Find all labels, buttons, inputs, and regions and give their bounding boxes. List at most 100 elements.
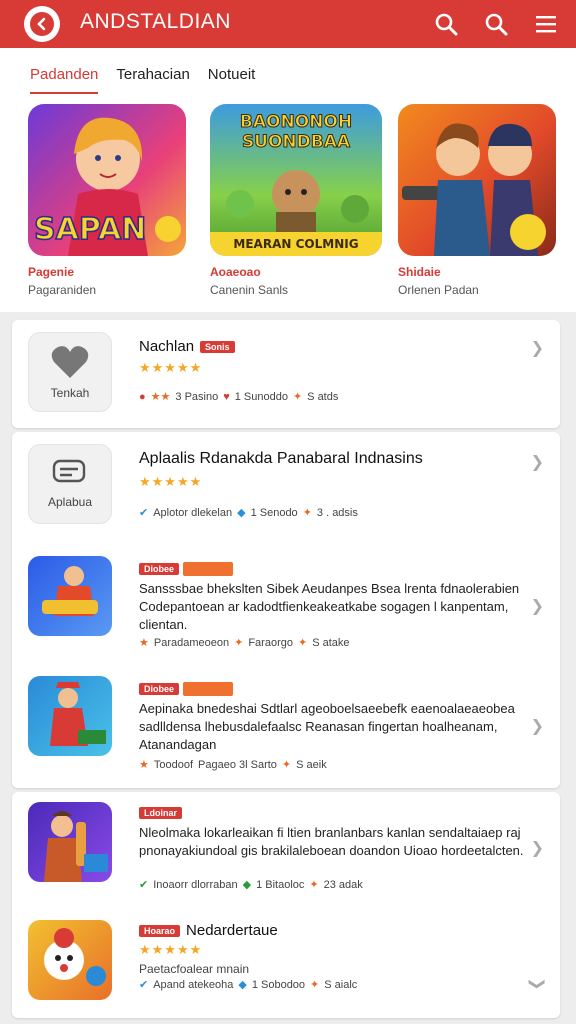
app-title: ANDSTALDIAN — [80, 10, 231, 33]
tab-terahacian[interactable]: Terahacian — [116, 66, 189, 94]
meta-value: S aeik — [296, 758, 327, 771]
meta-value: Faraorgo — [248, 636, 293, 649]
app-logo[interactable] — [24, 6, 60, 42]
star-meta-icon: ★★ — [150, 391, 171, 403]
item-meta: ★ Toodoof Pagaeo 3l Sarto ✦ S aeik — [139, 758, 327, 772]
star-meta-icon: ★ — [139, 637, 149, 649]
chevron-right-icon[interactable]: ❯ — [531, 596, 544, 616]
meta-value: Inoaorr dlorraban — [153, 878, 238, 891]
list-card-3: Ldoinar Nleolmaka lokarleaikan fi ltien … — [12, 792, 560, 1018]
featured-card-3[interactable]: Shidaie Orlenen Padan — [398, 104, 556, 297]
app-icon-label: Aplabua — [47, 495, 93, 509]
featured-title-1: Pagenie — [28, 265, 75, 279]
orange-badge — [183, 682, 234, 697]
menu-icon[interactable] — [532, 10, 560, 38]
shield-icon: ◆ — [238, 979, 247, 991]
badge-meta-icon: ✦ — [302, 507, 312, 519]
rating-stars: ★★★★★ — [139, 360, 203, 375]
featured-card-2[interactable]: BAONONOH SUONDBAA MEARAN COLMNIG Aoaeoao… — [210, 104, 382, 297]
check-icon: ✔ — [139, 507, 149, 519]
trophy-icon: ✦ — [234, 637, 244, 649]
status-badge: Diobee — [139, 683, 180, 696]
list-item[interactable]: Diobee Aepinaka bnedeshai Sdtlarl ageobo… — [12, 670, 560, 786]
featured-image-1: SAPAN — [28, 104, 186, 256]
chevron-right-icon[interactable]: ❯ — [531, 452, 544, 472]
chevron-right-icon[interactable]: ❯ — [531, 716, 544, 736]
item-subtitle: Paetacfoalear mnain — [139, 962, 250, 976]
meta-value: S atake — [312, 636, 350, 649]
meta-value: Paradameoeon — [153, 636, 230, 649]
featured-subtitle-2: Canenin Sanls — [210, 283, 289, 297]
chevron-right-icon[interactable]: ❯ — [531, 838, 544, 858]
search-icon[interactable] — [432, 10, 460, 38]
medal-icon: ● — [139, 390, 146, 403]
shield-icon: ◆ — [237, 507, 246, 519]
back-arrow-icon — [30, 12, 54, 36]
meta-value: 3 Pasino — [175, 390, 219, 403]
rating-stars: ★★★★★ — [139, 942, 203, 957]
item-badges: Diobee — [139, 560, 234, 577]
featured-subtitle-1: Pagaraniden — [28, 283, 97, 297]
meta-value: 3 . adsis — [316, 506, 358, 519]
item-meta: ✔ Inoaorr dlorraban ◆ 1 Bitaoloc ✦ 23 ad… — [139, 878, 363, 892]
shield-icon: ◆ — [242, 879, 252, 891]
item-title: Hoarao Nedardertaue — [139, 922, 278, 939]
orange-badge — [183, 562, 234, 577]
badge-meta-icon: ✦ — [309, 879, 319, 891]
meta-value: Pagaeo 3l Sarto — [198, 758, 277, 771]
tab-bar: Padanden Terahacian Notueit — [30, 66, 255, 94]
meta-value: Toodoof — [153, 758, 194, 771]
list-item[interactable]: Aplabua Aplaalis Rdanakda Panabaral Indn… — [12, 432, 560, 544]
badge-meta-icon: ✦ — [281, 759, 292, 771]
tab-notueit[interactable]: Notueit — [208, 66, 256, 94]
featured-banner-1: SAPAN — [33, 211, 147, 248]
item-title: Aplaalis Rdanakda Panabaral Indnasins — [139, 450, 423, 467]
item-meta: ✔ Apand atekeoha ◆ 1 Sobodoo ✦ S aialc — [139, 978, 357, 992]
heart-icon — [51, 346, 89, 378]
item-title: Nachlan Sonis — [139, 338, 235, 355]
search-icon-2[interactable] — [482, 10, 510, 38]
list-item[interactable]: Hoarao Nedardertaue ★★★★★ Paetacfoalear m… — [12, 910, 560, 1018]
item-description: Nleolmaka lokarleaikan fi ltien branlanb… — [139, 825, 524, 858]
list-card-2: Aplabua Aplaalis Rdanakda Panabaral Indn… — [12, 432, 560, 788]
featured-banner-2-bottom: MEARAN COLMNIG — [210, 232, 382, 256]
app-icon-image — [28, 802, 112, 882]
item-description: Sansssbae bhekslten Sibek Aeudanpes Bsea… — [139, 581, 520, 632]
meta-value: 1 Bitaoloc — [256, 878, 305, 891]
app-header: ANDSTALDIAN — [0, 0, 576, 48]
meta-value: Apand atekeoha — [153, 978, 234, 991]
featured-image-3 — [398, 104, 556, 256]
item-title-text: Nedardertaue — [186, 922, 278, 939]
status-badge: Diobee — [139, 563, 180, 576]
meta-value: 1 Sunoddo — [234, 390, 288, 403]
meta-value: 1 Senodo — [250, 506, 298, 519]
list-item[interactable]: Tenkah Nachlan Sonis ★★★★★ ● ★★ 3 Pasino ♥… — [12, 320, 560, 428]
star-meta-icon: ★ — [139, 759, 149, 771]
chat-icon — [52, 459, 86, 483]
meta-value: Aplotor dlekelan — [153, 506, 233, 519]
tab-padanden[interactable]: Padanden — [30, 66, 99, 94]
item-meta: ★ Paradameoeon ✦ Faraorgo ✦ S atake — [139, 636, 350, 650]
featured-card-1[interactable]: SAPAN Pagenie Pagaraniden — [28, 104, 186, 297]
status-badge: Sonis — [200, 341, 235, 354]
badge-meta-icon: ✦ — [292, 391, 303, 403]
item-badges: Diobee — [139, 680, 234, 697]
status-badge: Hoarao — [139, 925, 181, 938]
app-icon-image — [28, 676, 112, 756]
featured-subtitle-3: Orlenen Padan — [398, 283, 479, 297]
item-description: Aepinaka bnedeshai Sdtlarl ageoboelsaeeb… — [139, 701, 515, 752]
app-icon-label: Tenkah — [50, 386, 90, 400]
app-icon-box: Tenkah — [28, 332, 112, 412]
item-meta: ✔ Aplotor dlekelan ◆ 1 Senodo ✦ 3 . adsi… — [139, 506, 358, 520]
featured-image-2: BAONONOH SUONDBAA MEARAN COLMNIG — [210, 104, 382, 256]
meta-value: 1 Sobodoo — [251, 978, 306, 991]
chevron-right-icon[interactable]: ❯ — [531, 338, 544, 358]
badge-meta-icon: ✦ — [297, 637, 308, 649]
list-card-1: Tenkah Nachlan Sonis ★★★★★ ● ★★ 3 Pasino ♥… — [12, 320, 560, 428]
list-item[interactable]: Diobee Sansssbae bhekslten Sibek Aeudanp… — [12, 550, 560, 666]
featured-title-2: Aoaeoao — [210, 265, 261, 279]
list-item[interactable]: Ldoinar Nleolmaka lokarleaikan fi ltien … — [12, 792, 560, 904]
chevron-down-icon[interactable]: ❯ — [527, 977, 547, 990]
item-title-text: Nachlan — [139, 338, 195, 355]
featured-title-3: Shidaie — [398, 265, 441, 279]
